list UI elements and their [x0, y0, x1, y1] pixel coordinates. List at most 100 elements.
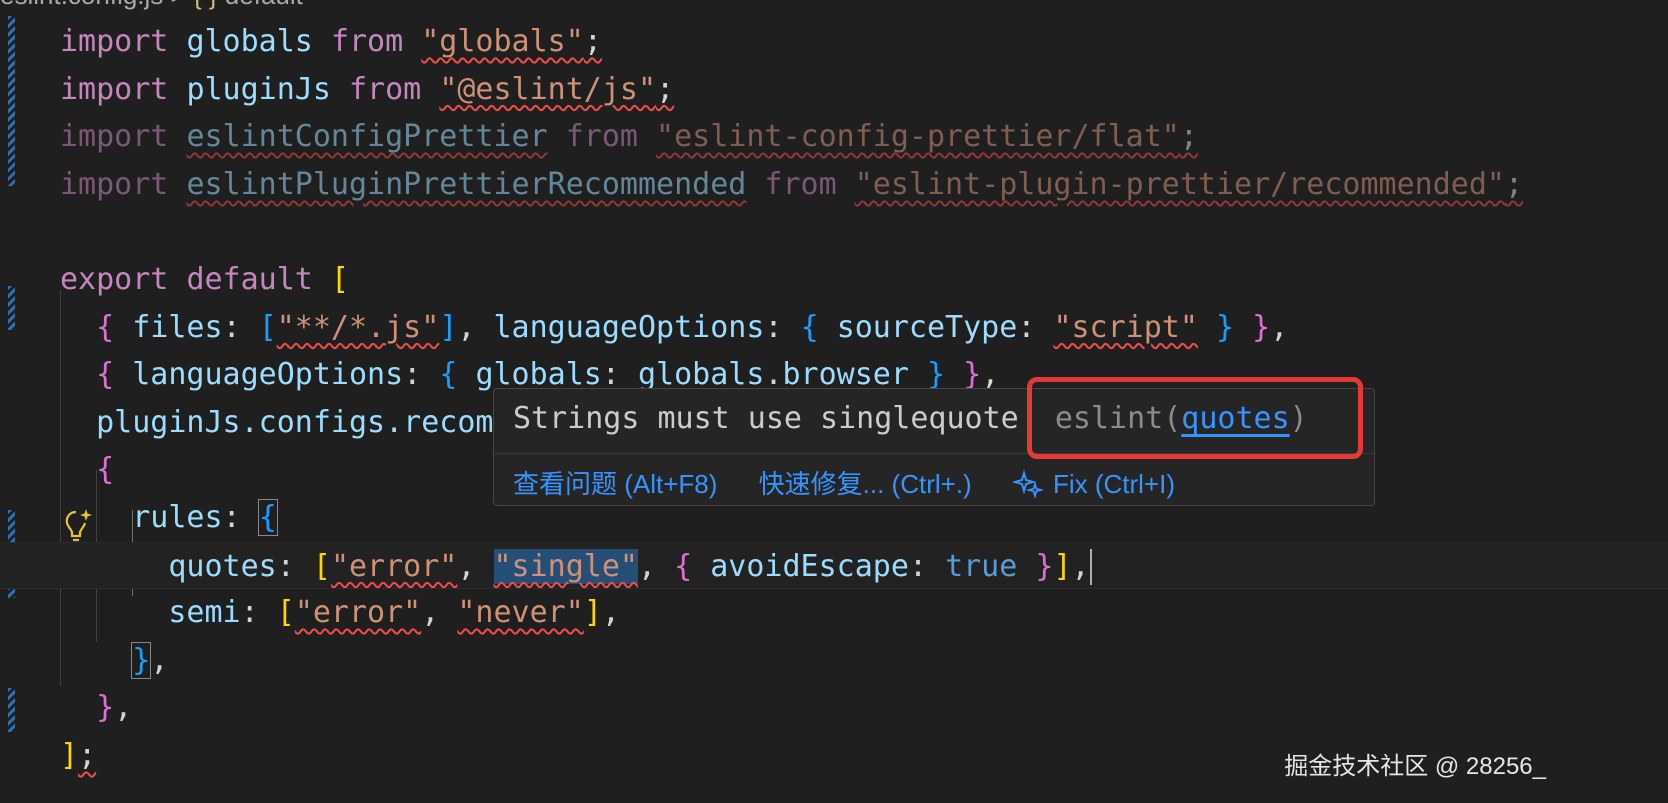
bracket: { — [96, 309, 115, 345]
bracket: } — [1035, 548, 1054, 584]
watermark: 掘金技术社区 @ 28256_ — [1284, 753, 1546, 780]
bracket: } — [1216, 309, 1235, 345]
punctuation: , — [981, 357, 1000, 393]
punctuation: , — [1270, 309, 1289, 345]
code-line-empty[interactable] — [0, 208, 1668, 256]
sparkle-icon — [1011, 468, 1045, 505]
property-key: globals — [475, 357, 602, 393]
diagnostic-source: eslint( — [1054, 401, 1182, 436]
bracket: } — [1252, 309, 1271, 345]
identifier: globals — [638, 357, 765, 393]
code-line[interactable]: export default [ — [0, 256, 1668, 304]
view-problem-link[interactable]: 查看问题 (Alt+F8) — [513, 469, 717, 499]
punctuation: , — [114, 690, 133, 726]
bracket: ] — [60, 737, 79, 773]
property-key: semi — [168, 595, 241, 631]
breadcrumb-separator: > — [171, 0, 186, 10]
breadcrumb-symbol[interactable]: default — [225, 0, 303, 10]
string-literal: "@eslint/js" — [439, 71, 657, 107]
bracket: } — [963, 357, 982, 393]
diagnostic-source-end: ) — [1289, 401, 1308, 436]
bracket: ] — [583, 595, 602, 631]
code-line[interactable]: semi: ["error", "never"], — [0, 589, 1668, 637]
property-key: avoidEscape — [710, 548, 909, 584]
quick-fix-link[interactable]: 快速修复... (Ctrl+.) — [759, 469, 972, 499]
code-line[interactable]: import pluginJs from "@eslint/js"; — [0, 66, 1668, 114]
identifier: eslintConfigPrettier — [186, 119, 548, 155]
code-editor[interactable]: eslint.config.js > { } default import gl… — [0, 0, 1668, 803]
hover-divider — [494, 453, 1374, 454]
lightbulb-sparkle-icon[interactable] — [64, 508, 94, 544]
bracket: } — [927, 357, 946, 393]
identifier: eslintPluginPrettierRecommended — [186, 166, 747, 202]
keyword: import — [60, 166, 169, 202]
identifier: browser — [782, 357, 909, 393]
string-literal-selected: "single" — [493, 548, 638, 584]
keyword: from — [330, 24, 404, 59]
diagnostic-message: Strings must use singlequote — [513, 401, 1019, 436]
code-line[interactable]: }, — [0, 637, 1668, 685]
string-literal: "eslint-config-prettier/flat" — [656, 119, 1180, 155]
diagnostic-hover: Strings must use singlequote eslint(quot… — [493, 388, 1375, 506]
hover-actions: 查看问题 (Alt+F8) 快速修复... (Ctrl+.) Fix (Ctrl… — [513, 464, 1175, 505]
fix-label: Fix (Ctrl+I) — [1052, 469, 1175, 499]
keyword: default — [186, 261, 313, 297]
code-line[interactable]: import eslintConfigPrettier from "eslint… — [0, 113, 1668, 161]
keyword: import — [60, 71, 169, 107]
code-line[interactable]: }, — [0, 684, 1668, 732]
property-key: files — [132, 309, 223, 345]
string-literal: "eslint-plugin-prettier/recommended" — [854, 166, 1505, 202]
text-cursor — [1089, 549, 1092, 586]
bracket: { — [674, 548, 693, 584]
bracket: { — [257, 498, 278, 536]
code-line-current[interactable]: quotes: ["error", "single", { avoidEscap… — [0, 541, 1668, 590]
punctuation: , — [1071, 548, 1090, 584]
bracket: ] — [1053, 548, 1072, 584]
fix-link[interactable]: Fix (Ctrl+I) — [1011, 468, 1175, 500]
punctuation: ; — [583, 24, 602, 59]
bracket: { — [96, 357, 115, 393]
bracket: } — [96, 690, 115, 726]
punctuation: ; — [656, 71, 675, 107]
code-line[interactable]: { files: ["**/*.js"], languageOptions: {… — [0, 304, 1668, 352]
identifier: pluginJs — [186, 71, 331, 107]
bracket: { — [96, 452, 115, 488]
string-literal: "globals" — [421, 24, 584, 59]
diagnostic-message-row: Strings must use singlequote eslint(quot… — [513, 401, 1308, 436]
breadcrumb-file[interactable]: eslint.config.js — [0, 0, 163, 10]
string-literal: "error" — [294, 595, 422, 631]
bracket: } — [131, 641, 152, 679]
rule-link[interactable]: quotes — [1181, 401, 1289, 436]
keyword: from — [764, 166, 837, 202]
string-literal: "script" — [1053, 309, 1198, 345]
property-key: languageOptions — [493, 309, 765, 345]
keyword: from — [565, 119, 638, 155]
identifier: pluginJs.configs.recom — [96, 404, 494, 440]
keyword: import — [60, 119, 169, 155]
bracket: [ — [258, 309, 277, 345]
property-key: rules — [132, 499, 223, 535]
bracket: { — [800, 309, 819, 345]
breadcrumb: eslint.config.js > { } default — [0, 0, 303, 10]
string-literal: "never" — [457, 595, 584, 631]
punctuation: ; — [1504, 166, 1524, 202]
property-key: languageOptions — [132, 357, 404, 393]
property-key: sourceType — [836, 309, 1018, 345]
string-literal: "**/*.js" — [276, 309, 440, 345]
keyword: from — [349, 71, 422, 107]
punctuation: , — [150, 642, 169, 678]
symbol-icon: { } — [193, 0, 218, 10]
bracket: ] — [439, 309, 458, 345]
code-line[interactable]: import eslintPluginPrettierRecommended f… — [0, 161, 1668, 209]
code-line[interactable]: import globals from "globals"; — [0, 18, 1668, 66]
string-literal: "error" — [330, 548, 458, 584]
bracket: [ — [330, 261, 349, 297]
bracket: [ — [312, 548, 331, 584]
boolean-literal: true — [945, 548, 1018, 584]
bracket: { — [439, 357, 458, 393]
property-key: quotes — [168, 548, 277, 584]
punctuation: ; — [1179, 119, 1198, 155]
bracket: [ — [276, 595, 295, 631]
keyword: export — [60, 261, 169, 297]
keyword: import — [60, 24, 169, 59]
